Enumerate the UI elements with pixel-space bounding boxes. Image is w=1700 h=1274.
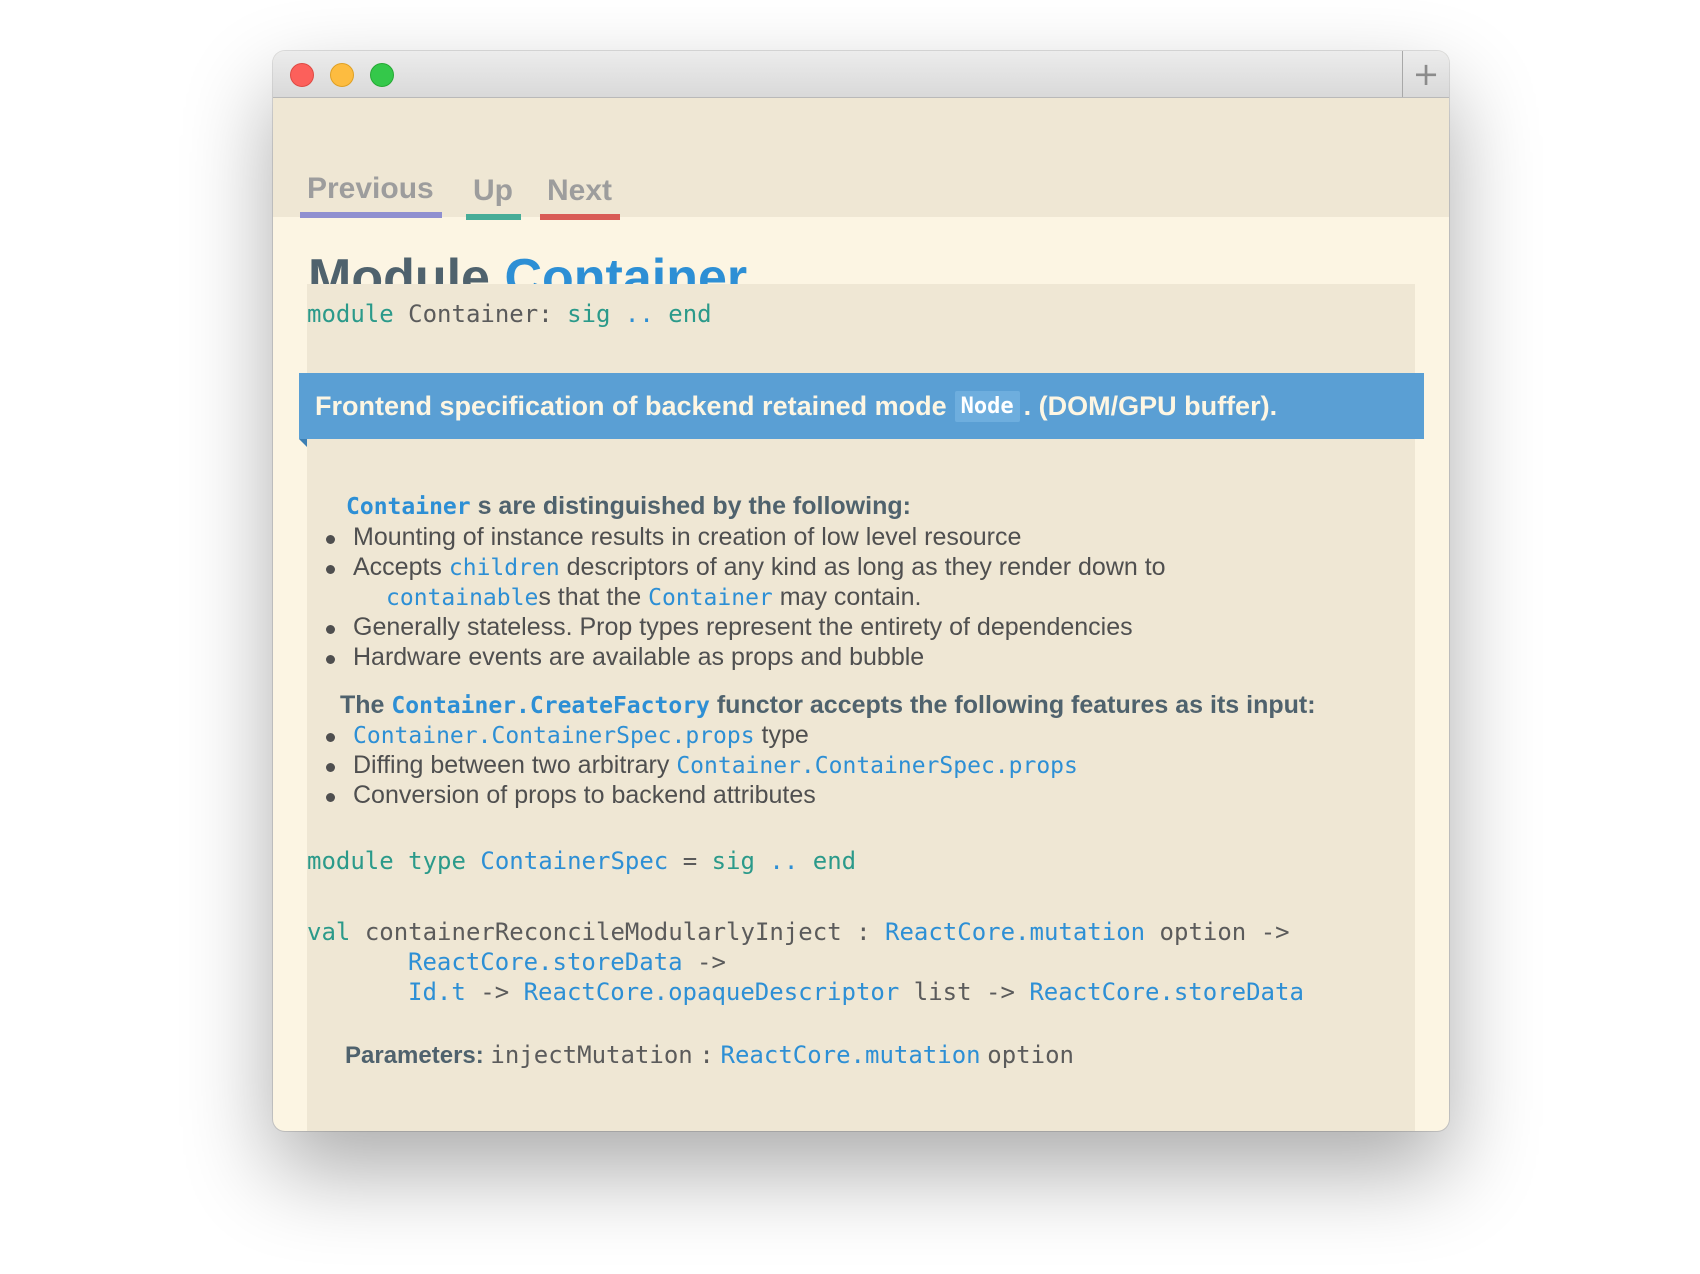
val-colon: : <box>856 918 871 946</box>
next-link[interactable]: Next <box>540 174 621 220</box>
module-type-declaration: module type ContainerSpec = sig .. end <box>307 847 856 875</box>
list-item-text: Hardware events are available as props a… <box>353 643 925 671</box>
list-item: Container.ContainerSpec.props type <box>326 721 809 750</box>
banner-code-node: Node <box>954 390 1020 422</box>
keyword-end: end <box>668 300 712 328</box>
up-link[interactable]: Up <box>466 174 521 220</box>
parameter-type-link[interactable]: ReactCore.mutation <box>721 1041 981 1069</box>
list-item: Conversion of props to backend attribute… <box>326 781 816 810</box>
parameter-colon: : <box>699 1041 714 1069</box>
browser-window: + Previous Up Next Module Container modu… <box>273 51 1449 1131</box>
next-underline <box>540 214 621 220</box>
keyword-val: val <box>307 918 351 946</box>
list-item-text: s that the <box>538 583 642 611</box>
banner-text-before: Frontend specification of backend retain… <box>315 390 947 421</box>
section1-heading-text: s are distinguished by the following: <box>477 492 911 520</box>
type-link[interactable]: ReactCore.opaqueDescriptor <box>524 978 900 1006</box>
next-link-label: Next <box>547 174 613 207</box>
type-link[interactable]: Id.t <box>408 978 466 1006</box>
type-link[interactable]: ReactCore.storeData <box>408 948 683 976</box>
plus-icon: + <box>1412 55 1440 93</box>
props-code-link[interactable]: Container.ContainerSpec.props <box>676 753 1078 779</box>
val-declaration-line-3: Id.t -> ReactCore.opaqueDescriptor list … <box>408 978 1304 1006</box>
zoom-window-button[interactable] <box>370 63 394 87</box>
list-item: Accepts children descriptors of any kind… <box>326 553 1166 582</box>
section2-heading-post: functor accepts the following features a… <box>716 691 1316 719</box>
parameter-type-suffix: option <box>987 1041 1074 1069</box>
list-item: Diffing between two arbitrary Container.… <box>326 751 1078 780</box>
container-code-link[interactable]: Container <box>648 585 773 611</box>
close-window-button[interactable] <box>290 63 314 87</box>
keyword-sig: sig <box>567 300 611 328</box>
type-suffix: option -> <box>1159 918 1290 946</box>
val-name: containerReconcileModularlyInject <box>364 918 842 946</box>
previous-link-label: Previous <box>307 172 434 205</box>
list-item-text: Accepts <box>353 553 442 581</box>
previous-underline <box>300 212 442 218</box>
list-item-text: Conversion of props to backend attribute… <box>353 781 816 809</box>
parameter-name: injectMutation <box>490 1041 693 1069</box>
val-declaration-line-2: ReactCore.storeData -> <box>408 948 726 976</box>
module-description-banner: Frontend specification of backend retain… <box>299 373 1424 439</box>
list-item-continuation: containables that the Container may cont… <box>386 583 921 612</box>
props-code-link[interactable]: Container.ContainerSpec.props <box>353 723 755 749</box>
list-item: Mounting of instance results in creation… <box>325 523 1022 552</box>
keyword-type: type <box>408 847 466 875</box>
list-item-text: Generally stateless. Prop types represen… <box>353 613 1133 641</box>
keyword-end: end <box>812 847 857 875</box>
arrow: -> <box>480 978 510 1006</box>
previous-link[interactable]: Previous <box>300 172 442 218</box>
parameters-row: Parameters: injectMutation : ReactCore.m… <box>345 1041 1074 1070</box>
type-suffix: -> <box>697 948 726 976</box>
list-item: Generally stateless. Prop types represen… <box>326 613 1133 642</box>
equals-sign: = <box>682 847 698 875</box>
signature-name: Container: <box>408 300 553 328</box>
type-link[interactable]: ReactCore.mutation <box>885 918 1145 946</box>
list-item-text: type <box>761 721 809 749</box>
section1-heading: Container s are distinguished by the fol… <box>346 492 911 521</box>
keyword-module: module <box>307 847 394 875</box>
up-underline <box>466 214 521 220</box>
list-item: Hardware events are available as props a… <box>325 643 925 672</box>
containable-code-link[interactable]: containable <box>386 585 538 611</box>
keyword-module: module <box>307 300 394 328</box>
banner-text-after: . (DOM/GPU buffer). <box>1023 390 1278 421</box>
module-signature: module Container: sig .. end <box>307 300 712 328</box>
section2-heading-pre: The <box>340 691 385 719</box>
type-link[interactable]: ReactCore.storeData <box>1029 978 1304 1006</box>
parameters-label: Parameters: <box>345 1042 484 1069</box>
title-bar: + <box>273 51 1449 98</box>
list-item-text: descriptors of any kind as long as they … <box>566 553 1166 581</box>
keyword-sig: sig <box>711 847 755 875</box>
list-item-text: Diffing between two arbitrary <box>353 751 670 779</box>
up-link-label: Up <box>473 174 513 207</box>
val-declaration-line-1: val containerReconcileModularlyInject : … <box>307 918 1290 946</box>
minimize-window-button[interactable] <box>330 63 354 87</box>
type-suffix: list -> <box>913 978 1015 1006</box>
list-item-text: Mounting of instance results in creation… <box>353 523 1022 551</box>
section2-heading: The Container.CreateFactory functor acce… <box>340 691 1316 720</box>
container-spec-link[interactable]: ContainerSpec <box>480 847 668 875</box>
new-tab-button[interactable]: + <box>1402 51 1449 97</box>
children-code-link[interactable]: children <box>449 555 560 581</box>
create-factory-code-link[interactable]: Container.CreateFactory <box>391 693 710 719</box>
list-item-text: may contain. <box>779 583 922 611</box>
banner-notch <box>299 439 307 447</box>
navigation-bar: Previous Up Next <box>273 98 1449 220</box>
section1-heading-code[interactable]: Container <box>346 494 471 520</box>
module-type-expand-link[interactable]: .. <box>769 847 798 875</box>
signature-expand-link[interactable]: .. <box>625 300 654 328</box>
